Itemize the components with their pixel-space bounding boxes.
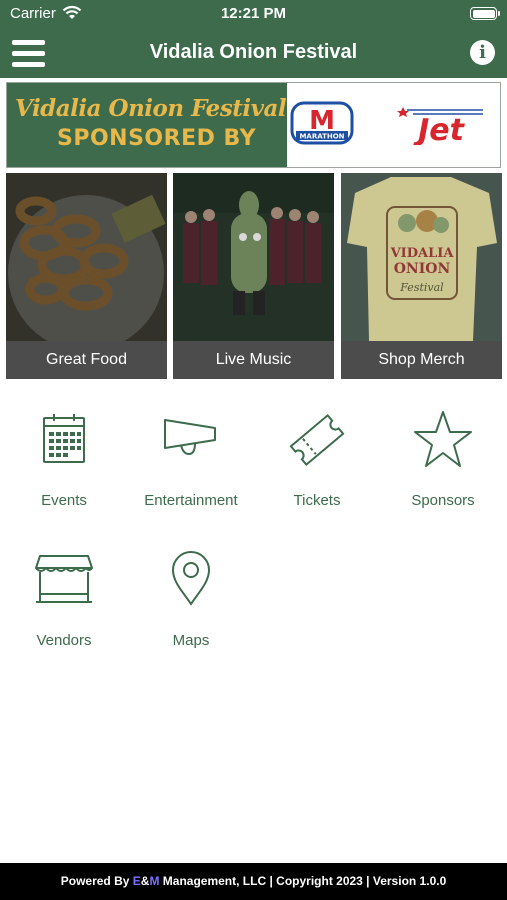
menu-item-vendors[interactable]: Vendors	[4, 550, 124, 660]
marathon-logo: M MARATHON	[290, 101, 354, 145]
jet-logo: Jet	[397, 107, 483, 145]
star-icon	[414, 411, 472, 467]
menu-item-events[interactable]: Events	[4, 410, 124, 520]
calendar-icon	[43, 414, 85, 463]
menu-item-tickets[interactable]: Tickets	[257, 410, 377, 520]
menu-item-label: Tickets	[293, 492, 341, 509]
info-icon[interactable]: i	[470, 40, 495, 65]
footer-prefix: Powered By	[60, 874, 133, 888]
menu-item-label: Maps	[172, 632, 210, 649]
menu-item-label: Events	[41, 492, 87, 509]
menu-item-maps[interactable]: Maps	[131, 550, 251, 660]
footer: Powered By E&M Management, LLC | Copyrig…	[0, 863, 507, 900]
tile-shop-merch-label: Shop Merch	[341, 341, 502, 379]
map-pin-icon	[171, 551, 211, 606]
band-photo	[173, 173, 334, 341]
megaphone-icon	[164, 419, 216, 455]
menu-item-label: Sponsors	[411, 492, 475, 509]
battery-icon	[470, 7, 500, 20]
ticket-icon	[289, 413, 345, 467]
banner-script-title: Vidalia Onion Festival	[15, 95, 287, 122]
menu-item-entertainment[interactable]: Entertainment	[131, 410, 251, 520]
banner-sponsored-text: SPONSORED BY	[57, 126, 257, 151]
tile-shop-merch[interactable]: VIDALIA ONION Festival Shop Merch	[341, 173, 502, 379]
app-title: Vidalia Onion Festival	[149, 41, 358, 63]
jet-logo-text: Jet	[413, 113, 466, 145]
menu-item-label: Entertainment	[144, 492, 238, 509]
status-bar: Carrier 12:21 PM	[0, 0, 507, 28]
marathon-logo-text: MARATHON	[299, 133, 344, 141]
tile-live-music[interactable]: Live Music	[173, 173, 334, 379]
merch-shirt-photo: VIDALIA ONION Festival	[341, 173, 502, 341]
feature-tiles: Great Food Live Music VIDALIA ONION Fest…	[6, 173, 502, 379]
storefront-icon	[35, 555, 93, 603]
sponsor-banner[interactable]: Vidalia Onion Festival SPONSORED BY M MA…	[6, 82, 501, 168]
footer-em-e[interactable]: E	[133, 874, 141, 888]
nav-bar: Vidalia Onion Festival i	[0, 28, 507, 78]
tile-great-food-label: Great Food	[6, 341, 167, 379]
onion-rings-photo	[6, 173, 167, 341]
tile-great-food[interactable]: Great Food	[6, 173, 167, 379]
clock: 12:21 PM	[220, 5, 287, 22]
menu-item-label: Vendors	[36, 632, 92, 649]
menu-item-sponsors[interactable]: Sponsors	[383, 410, 503, 520]
tile-live-music-label: Live Music	[173, 341, 334, 379]
footer-em-m[interactable]: M	[149, 874, 159, 888]
footer-suffix: Management, LLC | Copyright 2023 | Versi…	[159, 874, 447, 888]
